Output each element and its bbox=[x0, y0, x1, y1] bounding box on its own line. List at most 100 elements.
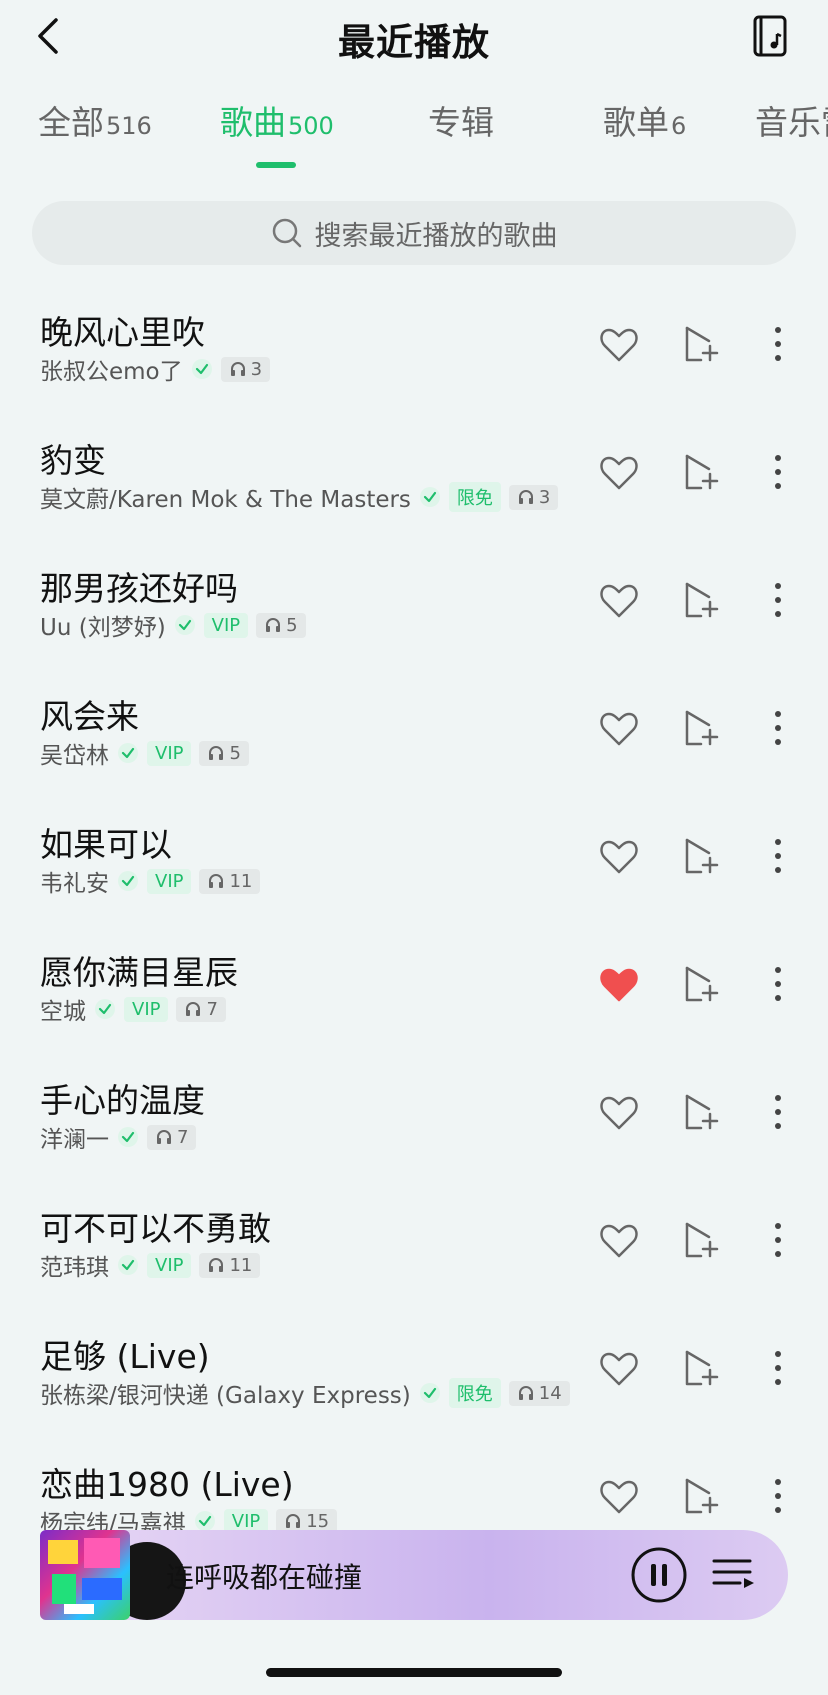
song-badge: VIP bbox=[147, 740, 192, 766]
headphones-icon bbox=[518, 490, 533, 504]
song-row[interactable]: 如果可以 韦礼安 VIP 11 bbox=[0, 792, 828, 920]
song-artist: 洋澜一 bbox=[40, 1127, 109, 1153]
add-to-playlist-button[interactable] bbox=[679, 834, 723, 878]
song-row[interactable]: 风会来吴岱林 VIP 5 bbox=[0, 664, 828, 792]
song-row[interactable]: 可不可以不勇敢 范玮琪 VIP 11 bbox=[0, 1176, 828, 1304]
song-row[interactable]: 手心的温度 洋澜一 7 bbox=[0, 1048, 828, 1176]
add-to-playlist-icon bbox=[685, 966, 719, 1002]
tab-label: 歌曲 bbox=[220, 103, 286, 142]
song-badge: 限免 bbox=[448, 482, 501, 512]
home-indicator bbox=[266, 1668, 562, 1677]
pause-button[interactable] bbox=[630, 1546, 688, 1604]
tab-songs[interactable]: 歌曲500 bbox=[220, 96, 334, 144]
tab-albums[interactable]: 专辑 bbox=[428, 96, 496, 144]
like-button[interactable] bbox=[597, 578, 641, 622]
tab-label: 全部 bbox=[38, 103, 104, 142]
song-title: 恋曲1980 (Live) bbox=[40, 1465, 294, 1504]
more-options-button[interactable] bbox=[756, 834, 800, 878]
verified-icon bbox=[419, 487, 440, 507]
more-options-button[interactable] bbox=[756, 1218, 800, 1262]
more-options-button[interactable] bbox=[756, 578, 800, 622]
like-button[interactable] bbox=[597, 706, 641, 750]
more-options-button[interactable] bbox=[756, 706, 800, 750]
add-to-playlist-button[interactable] bbox=[679, 706, 723, 750]
song-artist: 杨宗纬/马嘉祺 bbox=[40, 1511, 186, 1530]
like-button[interactable] bbox=[597, 1218, 641, 1262]
now-playing-title: 连呼吸都在碰撞 bbox=[166, 1561, 363, 1594]
like-button[interactable] bbox=[597, 1346, 641, 1390]
like-button[interactable] bbox=[597, 1090, 641, 1134]
like-button[interactable] bbox=[597, 834, 641, 878]
song-meta: 范玮琪 VIP 11 bbox=[40, 1250, 261, 1281]
song-artist: 莫文蔚/Karen Mok & The Masters bbox=[40, 487, 411, 513]
more-options-button[interactable] bbox=[756, 1346, 800, 1390]
play-count: 11 bbox=[229, 870, 253, 892]
like-button[interactable] bbox=[597, 322, 641, 366]
add-to-playlist-button[interactable] bbox=[679, 1218, 723, 1262]
add-to-playlist-icon bbox=[685, 1478, 719, 1514]
song-artist: Uu (刘梦妤) bbox=[40, 615, 166, 641]
add-to-playlist-icon bbox=[685, 838, 719, 874]
queue-icon bbox=[712, 1559, 754, 1588]
add-to-playlist-button[interactable] bbox=[679, 1346, 723, 1390]
add-to-playlist-button[interactable] bbox=[679, 450, 723, 494]
tab-all[interactable]: 全部516 bbox=[38, 96, 152, 144]
device-button[interactable] bbox=[752, 14, 790, 58]
song-list: 晚风心里吹 张叔公emo了 3 豹变莫文蔚/Karen Mok & The Maste… bbox=[0, 280, 828, 1530]
more-options-button[interactable] bbox=[756, 450, 800, 494]
search-input[interactable]: 搜索最近播放的歌曲 bbox=[32, 201, 796, 265]
song-artist: 范玮琪 bbox=[40, 1255, 109, 1281]
heart-icon bbox=[600, 584, 638, 618]
song-row[interactable]: 晚风心里吹 张叔公emo了 3 bbox=[0, 280, 828, 408]
song-row[interactable]: 足够 (Live) 张栋梁/银河快递 (Galaxy Express) 限免 14 bbox=[0, 1304, 828, 1432]
mini-player[interactable]: 连呼吸都在碰撞 bbox=[40, 1530, 788, 1620]
add-to-playlist-icon bbox=[685, 1222, 719, 1258]
more-vertical-icon bbox=[775, 967, 781, 1001]
more-options-button[interactable] bbox=[756, 1474, 800, 1518]
more-vertical-icon bbox=[775, 711, 781, 745]
tab-music-radar[interactable]: 音乐雷 bbox=[755, 96, 828, 144]
add-to-playlist-button[interactable] bbox=[679, 962, 723, 1006]
play-count: 5 bbox=[286, 614, 298, 636]
add-to-playlist-button[interactable] bbox=[679, 322, 723, 366]
play-count: 5 bbox=[229, 742, 241, 764]
song-row[interactable]: 豹变 莫文蔚/Karen Mok & The Masters 限免 3 bbox=[0, 408, 828, 536]
song-badge: VIP bbox=[203, 612, 249, 638]
song-meta: 张栋梁/银河快递 (Galaxy Express) 限免 14 bbox=[40, 1378, 570, 1409]
song-artist: 吴岱林 bbox=[40, 743, 109, 769]
more-options-button[interactable] bbox=[756, 1090, 800, 1134]
play-count-badge: 14 bbox=[508, 1380, 570, 1406]
like-button[interactable] bbox=[597, 450, 641, 494]
song-title: 那男孩还好吗 bbox=[40, 569, 238, 608]
more-options-button[interactable] bbox=[756, 962, 800, 1006]
song-row[interactable]: 愿你满目星辰 空城 VIP 7 bbox=[0, 920, 828, 1048]
add-to-playlist-button[interactable] bbox=[679, 578, 723, 622]
headphones-icon bbox=[230, 362, 245, 376]
song-row[interactable]: 恋曲1980 (Live) 杨宗纬/马嘉祺 VIP 15 bbox=[0, 1432, 828, 1530]
song-title: 风会来 bbox=[40, 697, 139, 736]
tab-playlists[interactable]: 歌单6 bbox=[603, 96, 686, 144]
song-meta: 张叔公emo了 3 bbox=[40, 354, 271, 385]
album-cover[interactable] bbox=[40, 1530, 130, 1620]
headphones-icon bbox=[209, 746, 224, 760]
queue-button[interactable] bbox=[710, 1552, 756, 1598]
more-vertical-icon bbox=[775, 455, 781, 489]
song-title: 足够 (Live) bbox=[40, 1337, 210, 1376]
song-title: 豹变 bbox=[40, 441, 106, 480]
verified-icon bbox=[191, 359, 212, 379]
song-badge: VIP bbox=[223, 1508, 269, 1530]
song-row[interactable]: 那男孩还好吗 Uu (刘梦妤) VIP 5 bbox=[0, 536, 828, 664]
like-button[interactable] bbox=[597, 962, 641, 1006]
add-to-playlist-button[interactable] bbox=[679, 1474, 723, 1518]
add-to-playlist-button[interactable] bbox=[679, 1090, 723, 1134]
more-vertical-icon bbox=[775, 327, 781, 361]
heart-icon bbox=[600, 840, 638, 874]
song-meta: 洋澜一 7 bbox=[40, 1122, 197, 1153]
more-options-button[interactable] bbox=[756, 322, 800, 366]
more-vertical-icon bbox=[775, 583, 781, 617]
song-badge: 限免 bbox=[448, 1378, 501, 1408]
song-meta: 吴岱林 VIP 5 bbox=[40, 738, 249, 769]
heart-icon bbox=[600, 456, 638, 490]
song-badge: VIP bbox=[147, 868, 192, 894]
like-button[interactable] bbox=[597, 1474, 641, 1518]
